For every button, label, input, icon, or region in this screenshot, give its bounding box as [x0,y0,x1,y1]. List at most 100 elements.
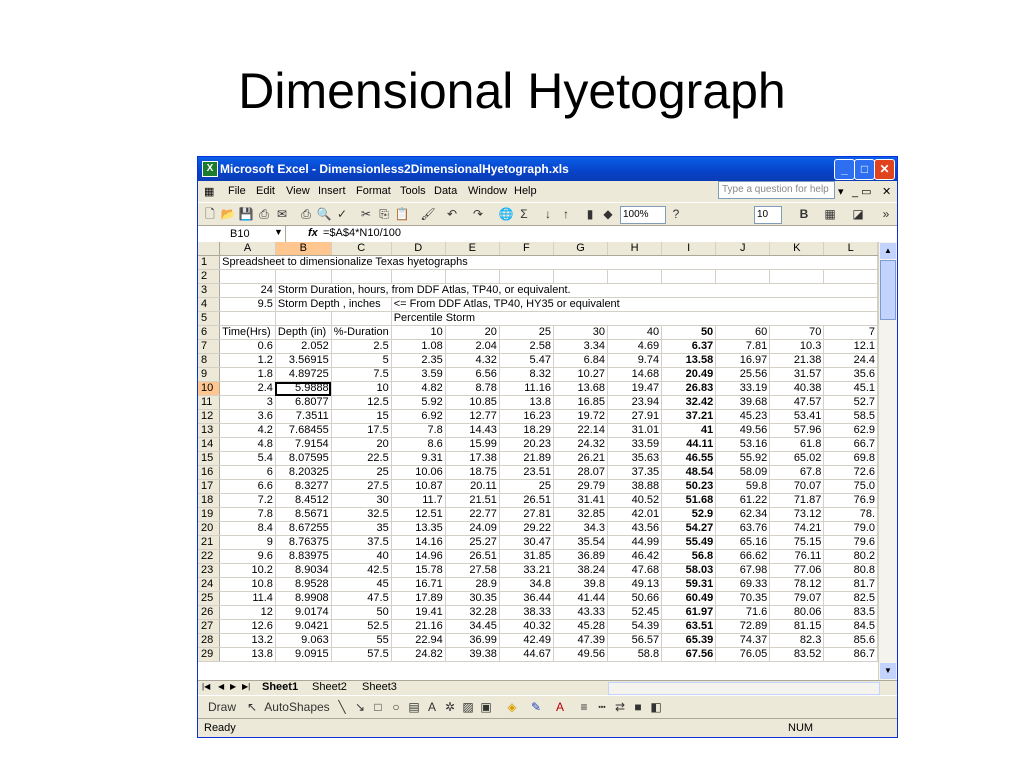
cell[interactable]: 10.8 [219,577,276,592]
redo-icon[interactable]: ↷ [470,206,486,222]
cell[interactable]: 16.85 [553,395,609,410]
cell[interactable]: 9.74 [607,353,663,368]
tab-sheet3[interactable]: Sheet3 [362,681,397,693]
cell[interactable]: 17.5 [331,423,392,438]
cell[interactable]: 30.47 [499,535,554,550]
cell[interactable]: 27.91 [607,409,663,424]
shadow-icon[interactable]: ■ [630,699,646,715]
cell[interactable]: 27.81 [499,507,554,522]
autosum-icon[interactable]: Σ [516,206,532,222]
cell[interactable]: 10.87 [391,479,446,494]
fx-icon[interactable]: fx [308,227,318,239]
cell[interactable]: 45.1 [823,381,878,396]
row-header-22[interactable]: 22 [198,549,221,564]
percentile-header[interactable]: 25 [499,325,554,340]
cell[interactable]: 12.77 [445,409,500,424]
row-header-17[interactable]: 17 [198,479,221,494]
cell[interactable]: 20.23 [499,437,554,452]
close-workbook-icon[interactable]: ✕ [882,185,891,198]
cell[interactable]: 25 [499,479,554,494]
cell[interactable]: 59.8 [715,479,771,494]
borders-icon[interactable]: ▦ [822,206,838,222]
cell[interactable]: 38.33 [499,605,554,620]
cell[interactable]: 20.49 [661,367,717,382]
cell[interactable]: 47.57 [769,395,825,410]
cell[interactable]: 4.82 [391,381,446,396]
cell[interactable]: 0.6 [219,339,276,354]
cell[interactable]: 35.63 [607,451,663,466]
open-icon[interactable]: 📂 [220,206,236,222]
percentile-header[interactable]: 50 [661,325,717,340]
cell[interactable]: 25 [331,465,392,480]
sort-ascending-icon[interactable]: ↓ [540,206,556,222]
wordart-icon[interactable]: A [424,699,440,715]
cell[interactable]: 66.62 [715,549,771,564]
cell[interactable]: 52.9 [661,507,717,522]
3d-icon[interactable]: ◧ [648,699,664,715]
copy-icon[interactable]: ⎘ [376,206,392,222]
row-header-14[interactable]: 14 [198,437,221,452]
column-header-k[interactable]: K [769,242,825,256]
cell[interactable]: 58.5 [823,409,878,424]
cell[interactable]: 40.32 [499,619,554,634]
cell[interactable]: 80.06 [769,605,825,620]
email-icon[interactable]: ✉ [274,206,290,222]
cell[interactable]: 19.41 [391,605,446,620]
textbox-icon[interactable]: ▤ [406,699,422,715]
menu-edit[interactable]: Edit [256,185,275,197]
fill-color-draw-icon[interactable]: ◈ [504,699,520,715]
cell[interactable]: 16.97 [715,353,771,368]
cell[interactable]: 8.78 [445,381,500,396]
drawing-icon[interactable]: ◆ [600,206,616,222]
cell[interactable]: 34.8 [499,577,554,592]
percentile-header[interactable]: 10 [391,325,446,340]
cell[interactable]: 36.89 [553,549,609,564]
cell-depth-label[interactable]: Storm Depth , inches [275,297,392,312]
percentile-header[interactable]: 40 [607,325,663,340]
cell[interactable]: 8.20325 [275,465,332,480]
cell[interactable]: 40.52 [607,493,663,508]
cell[interactable]: 49.56 [715,423,771,438]
cell[interactable]: 58.09 [715,465,771,480]
scroll-down-icon[interactable]: ▼ [880,663,896,679]
cell[interactable]: 8.9528 [275,577,332,592]
menu-view[interactable]: View [286,185,310,197]
draw-menu[interactable]: Draw [204,699,240,715]
zoom-select[interactable]: 100% [620,206,666,224]
cell[interactable]: 82.3 [769,633,825,648]
select-objects-icon[interactable]: ↖ [244,699,260,715]
row-header-5[interactable]: 5 [198,311,221,326]
cell[interactable] [275,269,332,284]
cell[interactable]: 30.35 [445,591,500,606]
cell[interactable]: 31.01 [607,423,663,438]
cell[interactable]: 4.8 [219,437,276,452]
percentile-header[interactable]: 20 [445,325,500,340]
dropdown-arrow-icon[interactable]: ▾ [838,185,844,198]
cell[interactable]: 30 [331,493,392,508]
cell[interactable]: 37.35 [607,465,663,480]
cell[interactable]: 17.89 [391,591,446,606]
rectangle-icon[interactable]: □ [370,699,386,715]
cell[interactable]: 65.39 [661,633,717,648]
new-icon[interactable]: 🗋 [202,206,218,222]
cell[interactable]: 20 [331,437,392,452]
cell[interactable]: 33.19 [715,381,771,396]
cell[interactable] [331,269,392,284]
ask-question-input[interactable]: Type a question for help [718,181,835,199]
cell[interactable]: 7.5 [331,367,392,382]
cell[interactable]: 34.45 [445,619,500,634]
cell[interactable]: 22.14 [553,423,609,438]
cell[interactable] [391,269,446,284]
cell[interactable]: 5.9888 [275,381,332,396]
line-style-icon[interactable]: ≡ [576,699,592,715]
font-size-select[interactable]: 10 [754,206,782,224]
cell[interactable]: 6.92 [391,409,446,424]
cell[interactable]: 43.56 [607,521,663,536]
cell[interactable]: 57.5 [331,647,392,662]
cell[interactable]: 8.07595 [275,451,332,466]
cell-duration-label[interactable]: Storm Duration, hours, from DDF Atlas, T… [275,283,878,298]
cell[interactable]: 32.42 [661,395,717,410]
row-header-12[interactable]: 12 [198,409,221,424]
cell[interactable]: 77.06 [769,563,825,578]
cell[interactable]: 49.56 [553,647,609,662]
